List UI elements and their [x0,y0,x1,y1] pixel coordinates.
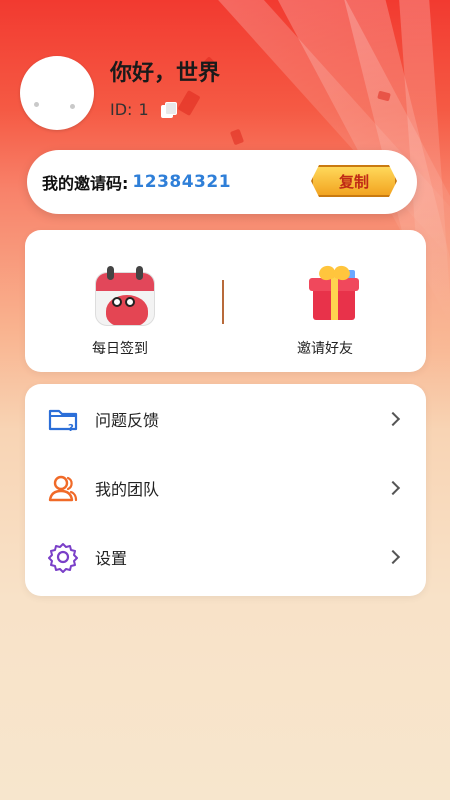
calendar-icon [95,266,155,326]
invite-friends-button[interactable]: 邀请好友 [230,230,420,372]
avatar[interactable] [20,56,94,130]
menu-item-settings-label: 设置 [95,549,128,568]
copy-invite-code-button[interactable]: 复制 [311,165,397,197]
invite-friends-label: 邀请好友 [297,341,353,357]
quick-actions-card: 每日签到 邀请好友 [25,230,426,372]
team-users-icon [48,475,78,502]
daily-checkin-label: 每日签到 [92,341,148,357]
menu-item-team-label: 我的团队 [95,480,160,499]
gear-icon [48,543,78,573]
menu-item-feedback[interactable]: ? 问题反馈 [25,387,426,451]
invite-code-label: 我的邀请码: [42,174,129,193]
actions-divider [222,280,224,324]
user-id-row: ID: 1 [110,100,177,119]
daily-checkin-button[interactable]: 每日签到 [25,230,215,372]
menu-list: ? 问题反馈 我的团队 设置 [25,384,426,596]
invite-code-bar: 我的邀请码: 12384321 复制 [27,150,417,214]
invite-code-value: 12384321 [132,172,232,192]
menu-item-feedback-label: 问题反馈 [95,411,160,430]
greeting-title: 你好，世界 [110,61,221,86]
menu-item-settings[interactable]: 设置 [25,525,426,589]
id-value: 1 [138,100,149,119]
svg-text:?: ? [68,423,74,434]
chevron-right-icon [385,549,401,565]
gift-box-icon [303,262,365,324]
chevron-right-icon [385,480,401,496]
folder-question-icon: ? [48,409,78,434]
id-label: ID: [110,100,133,119]
profile-header: 你好，世界 ID: 1 [0,0,450,150]
copy-id-icon[interactable] [160,101,177,118]
menu-item-team[interactable]: 我的团队 [25,456,426,520]
chevron-right-icon [385,411,401,427]
